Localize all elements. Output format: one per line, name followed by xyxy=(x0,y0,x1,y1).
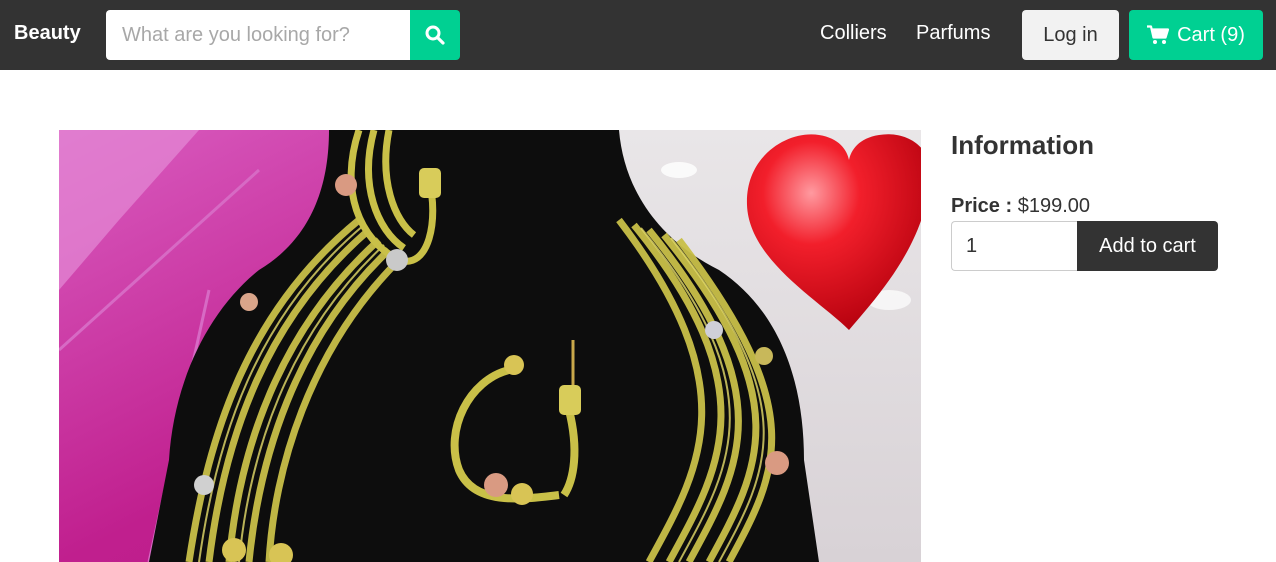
cart-label: Cart (9) xyxy=(1177,23,1245,46)
cart-button[interactable]: Cart (9) xyxy=(1129,10,1263,60)
shopping-cart-icon xyxy=(1147,25,1170,44)
login-button[interactable]: Log in xyxy=(1022,10,1119,60)
top-navbar: Beauty Colliers Parfums Log in Cart (9) xyxy=(0,0,1276,70)
quantity-input[interactable] xyxy=(951,221,1078,271)
search-bar xyxy=(106,10,460,60)
search-input[interactable] xyxy=(106,10,410,60)
price-value: $199.00 xyxy=(1017,195,1091,217)
nav-link-parfums[interactable]: Parfums xyxy=(916,22,990,45)
add-to-cart-button[interactable]: Add to cart xyxy=(1077,221,1218,271)
price-label: Price : xyxy=(951,195,1013,217)
price-line: Price : $199.00 xyxy=(951,195,1090,218)
search-button[interactable] xyxy=(410,10,460,60)
product-info-heading: Information xyxy=(951,130,1094,160)
product-image xyxy=(59,130,921,562)
nav-link-colliers[interactable]: Colliers xyxy=(820,22,887,45)
search-icon xyxy=(425,25,445,45)
brand-logo-link[interactable]: Beauty xyxy=(14,22,81,45)
